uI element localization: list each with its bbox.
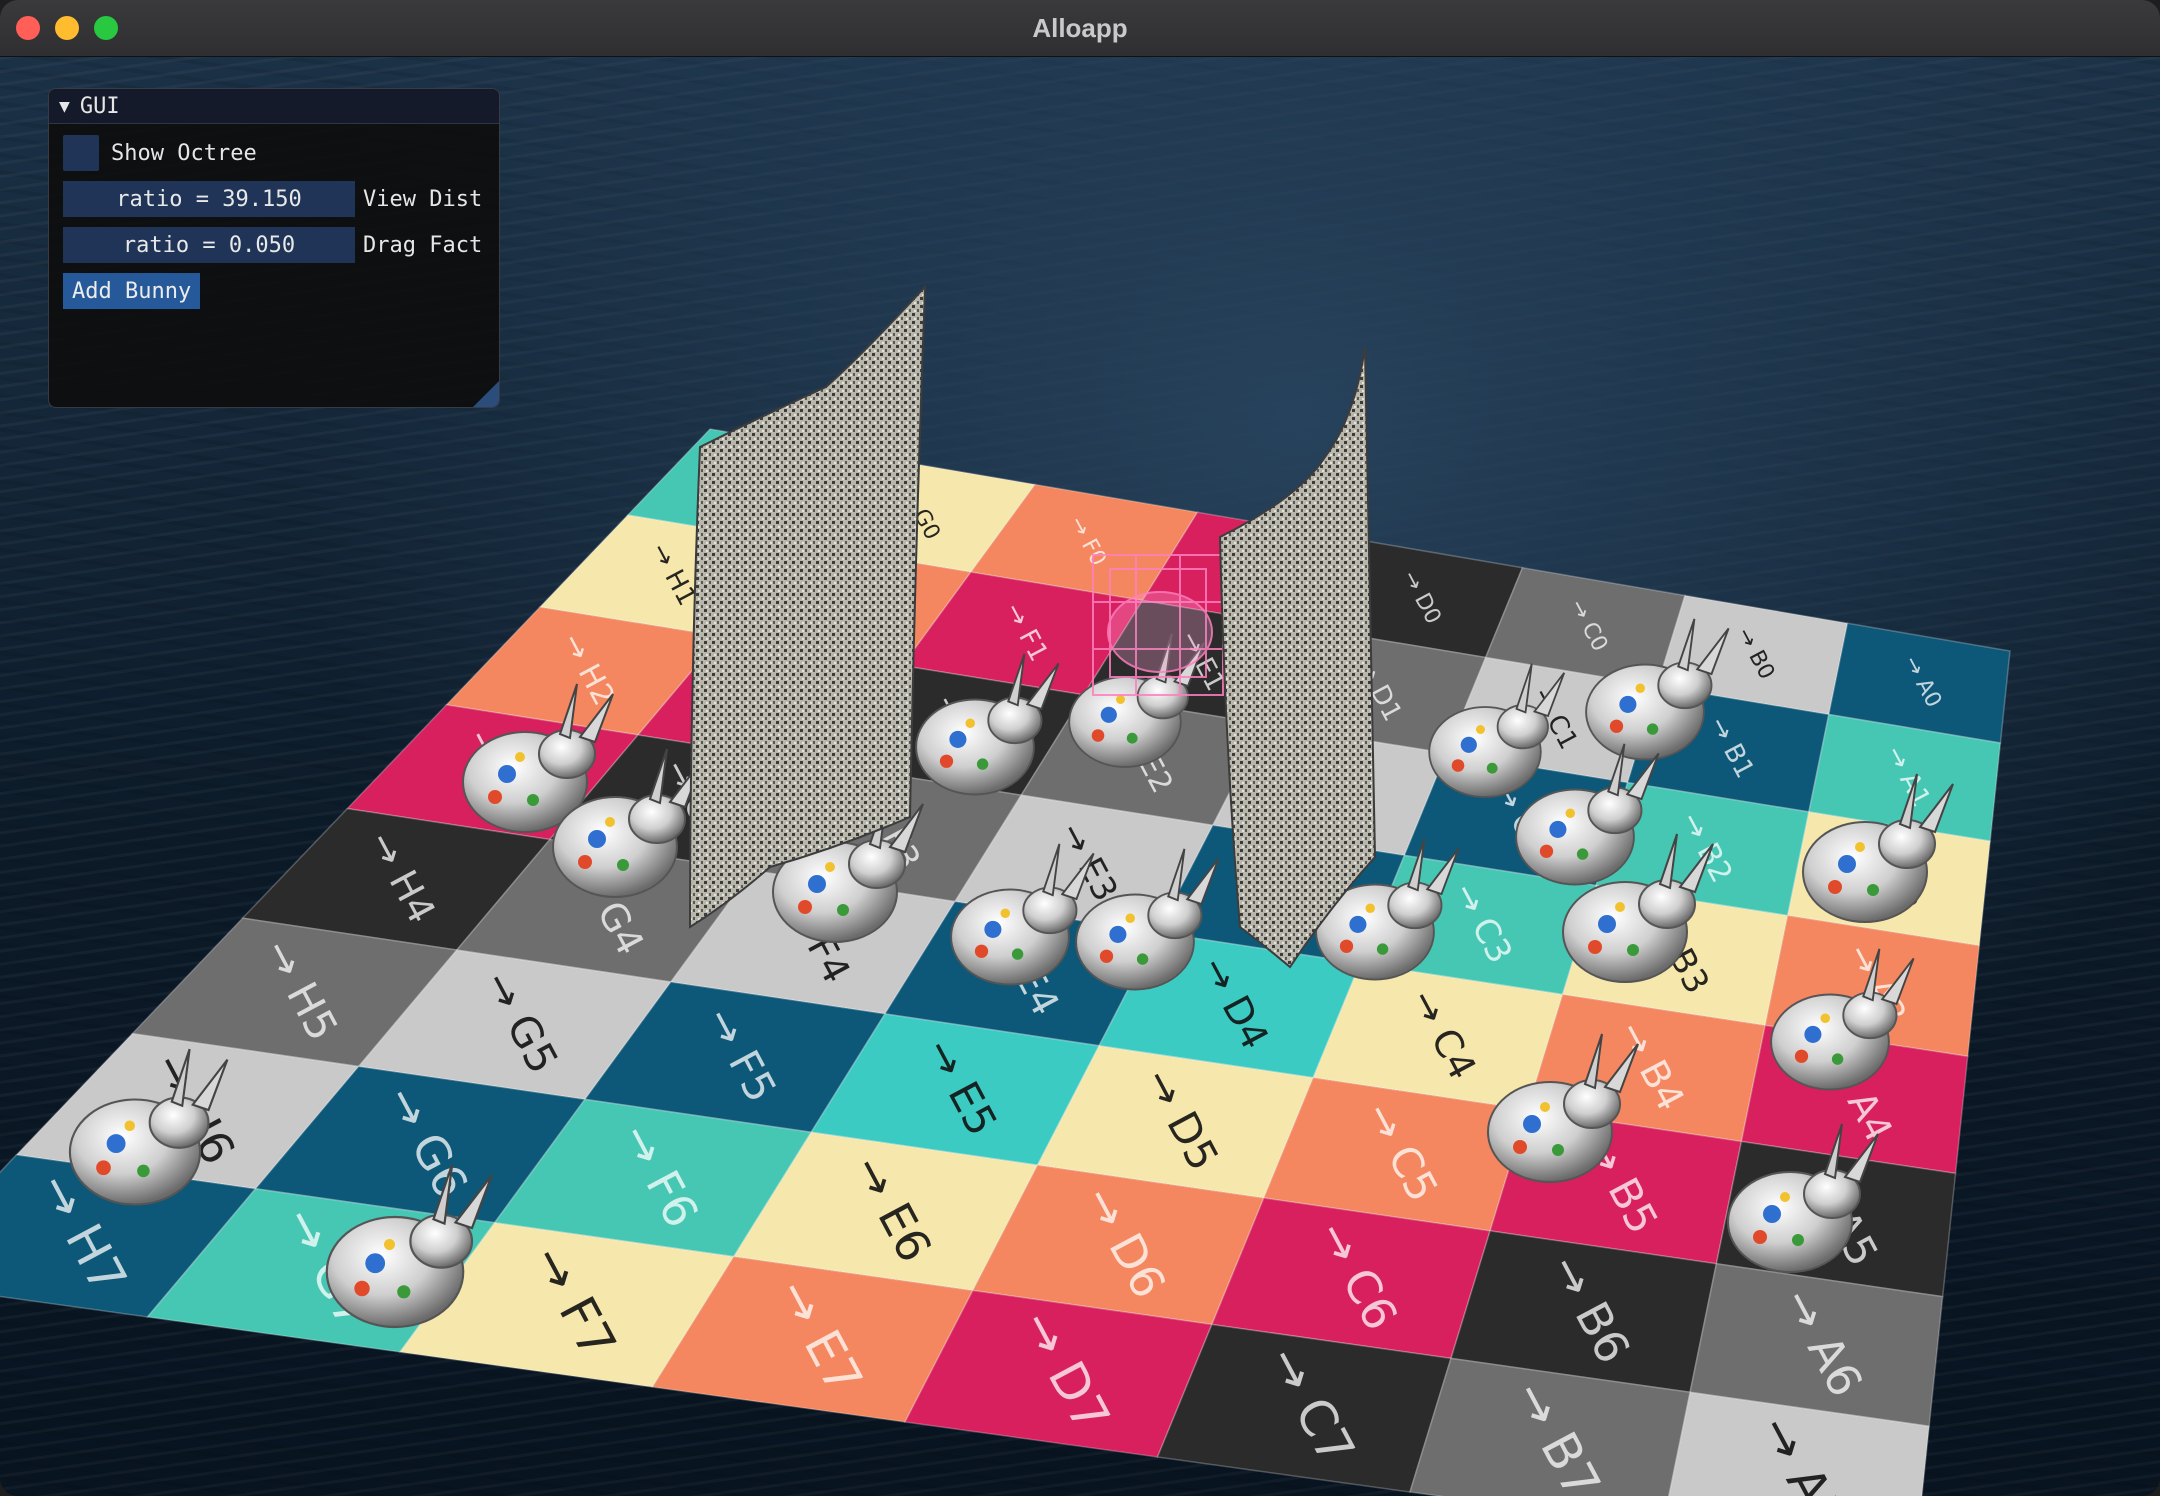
add-bunny-button[interactable]: Add Bunny bbox=[63, 273, 201, 309]
app-window: Alloapp → H0→ G0→ F0→ E0→ D0→ C0→ B0→ A0… bbox=[0, 0, 2160, 1496]
resize-grip-icon[interactable] bbox=[473, 381, 499, 407]
view-dist-slider[interactable]: ratio = 39.150 bbox=[63, 181, 355, 217]
drag-fact-slider[interactable]: ratio = 0.050 bbox=[63, 227, 355, 263]
title-bar: Alloapp bbox=[0, 0, 2160, 57]
gui-header[interactable]: ▼ GUI bbox=[49, 89, 499, 124]
drag-fact-value: ratio = 0.050 bbox=[122, 232, 296, 258]
3d-viewport[interactable]: → H0→ G0→ F0→ E0→ D0→ C0→ B0→ A0→ H1→ G1… bbox=[0, 57, 2160, 1496]
show-octree-label: Show Octree bbox=[111, 140, 257, 166]
cloth-curtain-right bbox=[1218, 346, 1377, 969]
show-octree-checkbox[interactable] bbox=[63, 135, 99, 171]
window-title: Alloapp bbox=[1032, 13, 1128, 43]
view-dist-value: ratio = 39.150 bbox=[116, 186, 302, 212]
gui-title: GUI bbox=[79, 93, 120, 119]
drag-fact-label: Drag Fact bbox=[363, 232, 483, 258]
gui-panel[interactable]: ▼ GUI Show Octree ratio = 39.150 View Di… bbox=[48, 88, 500, 408]
collapse-triangle-icon[interactable]: ▼ bbox=[59, 96, 70, 117]
view-dist-label: View Dist bbox=[363, 186, 483, 212]
